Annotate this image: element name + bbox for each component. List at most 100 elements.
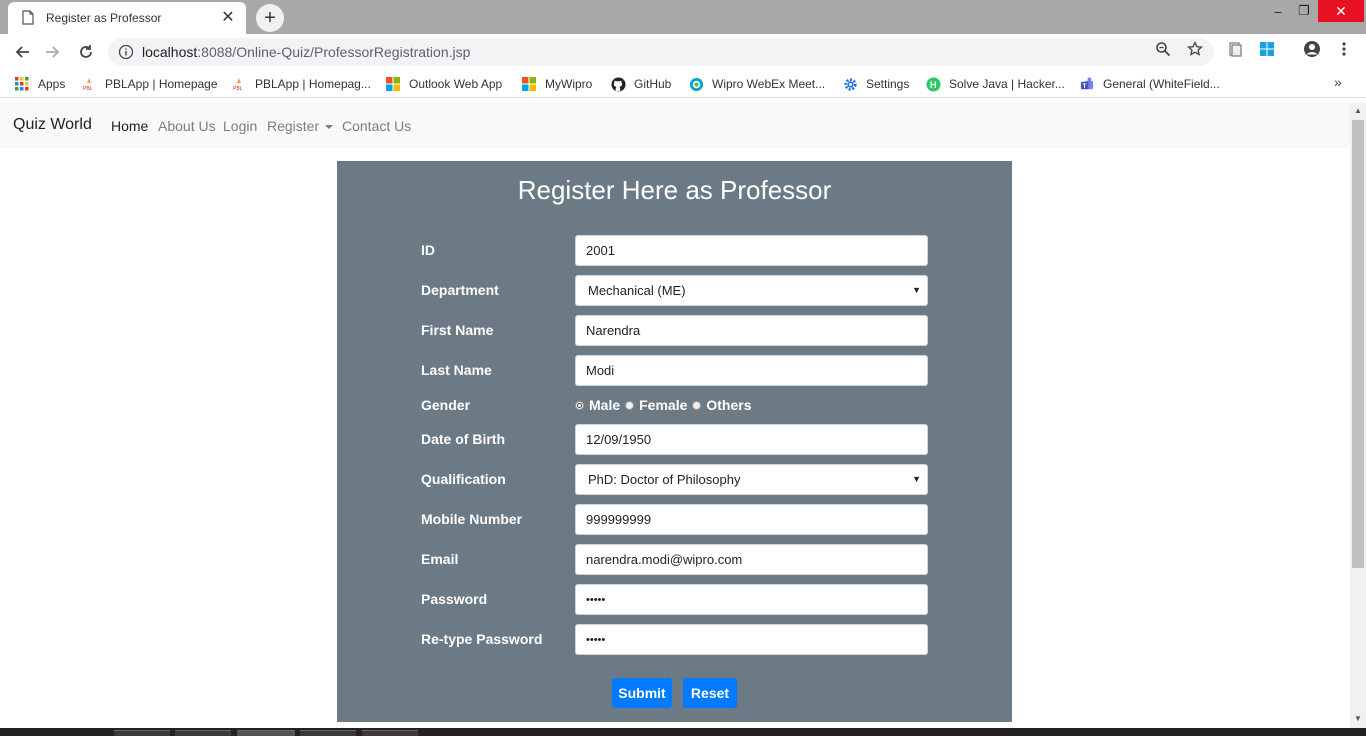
bookmarks-overflow-icon[interactable]: » bbox=[1334, 74, 1342, 90]
department-value: Mechanical (ME) bbox=[588, 283, 686, 298]
bookmark-label: Wipro WebEx Meet... bbox=[712, 77, 826, 91]
os-taskbar bbox=[0, 728, 1366, 736]
webex-icon bbox=[688, 76, 704, 92]
windows-logo-icon bbox=[385, 76, 401, 92]
label-dob: Date of Birth bbox=[421, 431, 505, 447]
department-select[interactable]: Mechanical (ME) ▼ bbox=[575, 275, 928, 306]
maximize-button[interactable]: ❐ bbox=[1292, 0, 1316, 22]
teams-icon: T bbox=[1079, 76, 1095, 92]
taskbar-item[interactable] bbox=[114, 730, 170, 736]
svg-text:T: T bbox=[1082, 82, 1086, 89]
nav-home[interactable]: Home bbox=[111, 118, 148, 134]
taskbar-item[interactable] bbox=[300, 730, 356, 736]
tab-title: Register as Professor bbox=[46, 11, 162, 25]
new-tab-button[interactable]: + bbox=[256, 4, 284, 32]
browser-tab[interactable]: Register as Professor ✕ bbox=[8, 2, 246, 34]
bookmark-outlook[interactable]: Outlook Web App bbox=[385, 75, 502, 93]
bookmark-label: Settings bbox=[866, 77, 910, 91]
taskbar-item[interactable] bbox=[175, 730, 231, 736]
bookmarks-bar: Apps PBL PBLApp | Homepage PBL PBLApp | … bbox=[0, 70, 1366, 98]
url-path: :8088/Online-Quiz/ProfessorRegistration.… bbox=[197, 44, 471, 60]
menu-kebab-icon[interactable] bbox=[1335, 40, 1353, 58]
nav-contact-us[interactable]: Contact Us bbox=[342, 118, 411, 134]
bookmark-label: Solve Java | Hacker... bbox=[949, 77, 1065, 91]
bookmark-github[interactable]: GitHub bbox=[610, 75, 671, 93]
gender-female-radio[interactable] bbox=[625, 400, 635, 410]
gender-others-radio[interactable] bbox=[692, 400, 702, 410]
gender-male-label[interactable]: Male bbox=[589, 397, 620, 413]
gender-male-radio[interactable] bbox=[575, 400, 584, 410]
tab-strip: Register as Professor ✕ + – ❐ ✕ bbox=[0, 0, 1366, 34]
bookmark-label: MyWipro bbox=[545, 77, 593, 91]
profile-icon[interactable] bbox=[1303, 40, 1321, 58]
label-mobile: Mobile Number bbox=[421, 511, 523, 527]
gender-others-label[interactable]: Others bbox=[706, 397, 751, 413]
bookmark-label: General (WhiteField... bbox=[1103, 77, 1220, 91]
hackerrank-icon: H bbox=[925, 76, 941, 92]
label-id: ID bbox=[421, 242, 435, 258]
nav-about-us[interactable]: About Us bbox=[158, 118, 216, 134]
svg-text:PBL: PBL bbox=[233, 86, 243, 91]
caret-down-icon bbox=[325, 125, 334, 130]
mobile-input[interactable]: 999999999 bbox=[575, 504, 928, 535]
retype-password-input[interactable]: ••••• bbox=[575, 624, 928, 655]
nav-register-dropdown[interactable]: Register bbox=[267, 118, 334, 134]
taskbar-item[interactable] bbox=[237, 730, 295, 736]
zoom-icon[interactable] bbox=[1154, 40, 1172, 58]
bookmark-settings[interactable]: Settings bbox=[842, 75, 909, 93]
scroll-thumb[interactable] bbox=[1352, 120, 1364, 568]
password-input[interactable]: ••••• bbox=[575, 584, 928, 615]
first-name-input[interactable]: Narendra bbox=[575, 315, 928, 346]
pbl-icon: PBL bbox=[231, 76, 247, 92]
extension-docs-icon[interactable] bbox=[1226, 40, 1244, 58]
navbar-brand[interactable]: Quiz World bbox=[13, 116, 92, 134]
address-bar[interactable]: localhost:8088/Online-Quiz/ProfessorRegi… bbox=[108, 38, 1214, 66]
bookmark-pblapp-2[interactable]: PBL PBLApp | Homepag... bbox=[231, 75, 371, 93]
bookmark-teams[interactable]: T General (WhiteField... bbox=[1079, 75, 1220, 93]
last-name-input[interactable]: Modi bbox=[575, 355, 928, 386]
page-icon bbox=[22, 10, 36, 26]
nav-login[interactable]: Login bbox=[223, 118, 257, 134]
gender-radio-group: Male Female Others bbox=[575, 397, 757, 413]
bookmark-label: Apps bbox=[38, 77, 66, 91]
dob-input[interactable]: 12/09/1950 bbox=[575, 424, 928, 455]
qualification-select[interactable]: PhD: Doctor of Philosophy ▼ bbox=[575, 464, 928, 495]
reload-icon[interactable] bbox=[73, 40, 99, 64]
email-input[interactable]: narendra.modi@wipro.com bbox=[575, 544, 928, 575]
back-icon[interactable] bbox=[9, 40, 35, 64]
id-input[interactable]: 2001 bbox=[575, 235, 928, 266]
label-gender: Gender bbox=[421, 397, 471, 413]
nav-register-label: Register bbox=[267, 118, 320, 134]
minimize-button[interactable]: – bbox=[1266, 0, 1290, 22]
browser-toolbar: localhost:8088/Online-Quiz/ProfessorRegi… bbox=[0, 34, 1366, 70]
tab-close-icon[interactable]: ✕ bbox=[220, 10, 236, 26]
label-first-name: First Name bbox=[421, 322, 494, 338]
gender-female-label[interactable]: Female bbox=[639, 397, 687, 413]
bookmark-webex[interactable]: Wipro WebEx Meet... bbox=[688, 75, 825, 93]
gear-icon bbox=[842, 76, 858, 92]
svg-text:PBL: PBL bbox=[83, 86, 93, 91]
scroll-up-icon[interactable]: ▲ bbox=[1352, 106, 1364, 116]
taskbar-item[interactable] bbox=[362, 730, 418, 736]
windows-extension-icon[interactable] bbox=[1258, 40, 1276, 58]
bookmark-label: PBLApp | Homepage bbox=[105, 77, 218, 91]
bookmark-mywipro[interactable]: MyWipro bbox=[521, 75, 592, 93]
site-info-icon[interactable] bbox=[118, 44, 134, 60]
bookmark-star-icon[interactable] bbox=[1186, 40, 1204, 58]
site-navbar: Quiz World Home About Us Login Register … bbox=[0, 103, 1350, 148]
label-email: Email bbox=[421, 551, 459, 567]
github-icon bbox=[610, 76, 626, 92]
scroll-down-icon[interactable]: ▼ bbox=[1352, 714, 1364, 724]
label-password: Password bbox=[421, 591, 488, 607]
reset-button[interactable]: Reset bbox=[683, 678, 737, 708]
dropdown-arrow-icon: ▼ bbox=[912, 474, 921, 484]
bookmark-label: GitHub bbox=[634, 77, 672, 91]
window-close-button[interactable]: ✕ bbox=[1318, 0, 1364, 22]
submit-button[interactable]: Submit bbox=[612, 678, 672, 708]
bookmark-pblapp-1[interactable]: PBL PBLApp | Homepage bbox=[81, 75, 218, 93]
bookmark-hackerrank[interactable]: H Solve Java | Hacker... bbox=[925, 75, 1065, 93]
forward-icon[interactable] bbox=[40, 40, 66, 64]
svg-text:H: H bbox=[929, 80, 936, 90]
bookmark-apps[interactable]: Apps bbox=[14, 75, 65, 93]
windows-logo-icon bbox=[521, 76, 537, 92]
